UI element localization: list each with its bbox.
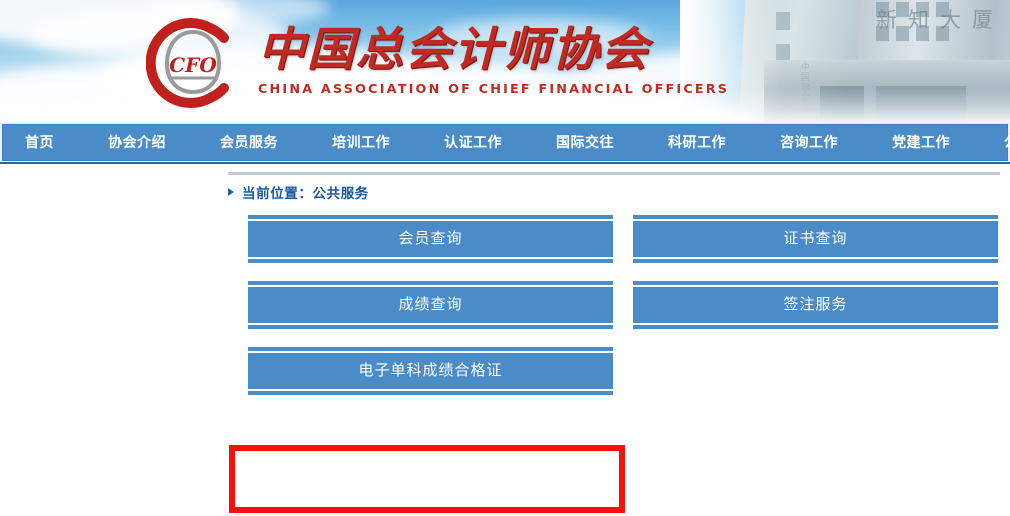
service-button-member-query[interactable]: 会员查询: [248, 215, 613, 263]
page-content: 当前位置：公共服务 会员查询 证书查询 成绩查询 签注服务 电子单科成绩合格证: [0, 164, 1010, 516]
nav-item-member-service[interactable]: 会员服务: [210, 125, 288, 160]
nav-item-training[interactable]: 培训工作: [322, 125, 400, 160]
service-grid-cell: 证书查询: [633, 215, 998, 281]
brand-title-en: CHINA ASSOCIATION OF CHIEF FINANCIAL OFF…: [258, 81, 730, 96]
service-grid-cell: 签注服务: [633, 281, 998, 347]
brand-block: 中国总会计师协会 CHINA ASSOCIATION OF CHIEF FINA…: [258, 21, 727, 96]
brand-title-cn: 中国总会计师协会: [258, 22, 650, 76]
service-button-member-query-label: 会员查询: [248, 221, 613, 257]
service-button-certificate-query[interactable]: 证书查询: [633, 215, 998, 263]
service-button-endorsement-label: 签注服务: [633, 287, 998, 323]
service-grid-cell: 会员查询: [248, 215, 613, 281]
nav-item-consulting[interactable]: 咨询工作: [770, 125, 848, 160]
service-grid-cell: 电子单科成绩合格证: [248, 347, 613, 413]
main-navigation-bar: 首页协会介绍会员服务培训工作认证工作国际交往科研工作咨询工作党建工作 公共服务: [0, 122, 1010, 164]
triangle-right-icon: [228, 188, 234, 196]
service-button-e-subject-certificate-label: 电子单科成绩合格证: [248, 353, 613, 389]
nav-item-home[interactable]: 首页: [15, 125, 64, 160]
breadcrumb-text: 当前位置：公共服务: [242, 186, 369, 201]
service-button-certificate-query-label: 证书查询: [633, 221, 998, 257]
service-button-row: 电子单科成绩合格证: [248, 347, 998, 413]
service-button-endorsement[interactable]: 签注服务: [633, 281, 998, 329]
cfo-logo[interactable]: CFO: [146, 16, 240, 110]
banner-building-photo: 新知大厦 中国总会计师协会: [680, 0, 1010, 122]
nav-item-certification[interactable]: 认证工作: [434, 125, 512, 160]
service-button-row: 会员查询 证书查询: [248, 215, 998, 281]
site-banner: 新知大厦 中国总会计师协会 CFO 中国总会计师协会 CHINA ASSOCIA…: [0, 0, 1010, 122]
service-button-grid: 会员查询 证书查询 成绩查询 签注服务 电子单科成绩合格证: [248, 215, 998, 413]
breadcrumb-area: 当前位置：公共服务: [228, 172, 1000, 204]
breadcrumb: 当前位置：公共服务: [228, 180, 1000, 204]
annotation-highlight-rectangle: [229, 445, 625, 513]
service-grid-cell: 成绩查询: [248, 281, 613, 347]
nav-item-research[interactable]: 科研工作: [658, 125, 736, 160]
nav-item-international[interactable]: 国际交往: [546, 125, 624, 160]
nav-item-public-service[interactable]: 公共服务: [994, 125, 1010, 160]
svg-text:CFO: CFO: [169, 53, 217, 77]
nav-item-about[interactable]: 协会介绍: [98, 125, 176, 160]
breadcrumb-divider: [228, 172, 1000, 175]
main-navigation: 首页协会介绍会员服务培训工作认证工作国际交往科研工作咨询工作党建工作 公共服务: [2, 124, 1010, 161]
service-button-e-subject-certificate[interactable]: 电子单科成绩合格证: [248, 347, 613, 395]
nav-item-party-building[interactable]: 党建工作: [882, 125, 960, 160]
service-button-score-query[interactable]: 成绩查询: [248, 281, 613, 329]
service-button-row: 成绩查询 签注服务: [248, 281, 998, 347]
service-button-score-query-label: 成绩查询: [248, 287, 613, 323]
